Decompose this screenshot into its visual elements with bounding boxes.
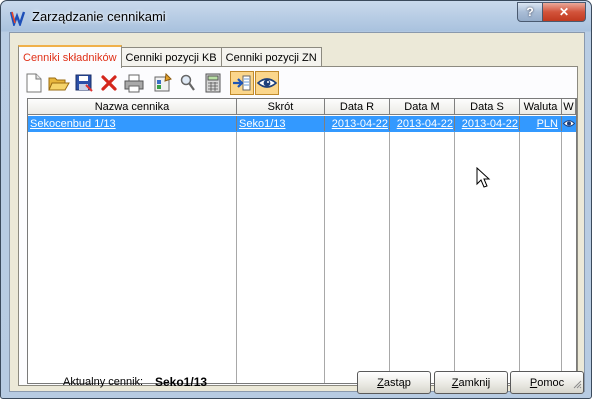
cell-waluta: PLN <box>520 116 562 131</box>
new-document-icon[interactable] <box>22 71 46 95</box>
tab-strip: Cenniki składników Cenniki pozycji KB Ce… <box>18 45 322 68</box>
close-button[interactable]: Zamknij <box>434 371 508 394</box>
column-header-data-m[interactable]: Data M <box>390 99 455 115</box>
view-icon[interactable] <box>255 71 279 95</box>
save-icon[interactable] <box>72 71 96 95</box>
column-header-skrot[interactable]: Skrót <box>237 99 325 115</box>
replace-accel: Z <box>377 376 384 389</box>
cell-data-r: 2013-04-22 <box>325 116 390 131</box>
current-pricelist-label: Aktualny cennik: <box>63 376 144 388</box>
current-pricelist-value: Seko1/13 <box>155 375 208 389</box>
column-divider <box>324 116 325 383</box>
cell-data-m: 2013-04-22 <box>390 116 455 131</box>
column-divider <box>236 116 237 383</box>
import-icon[interactable] <box>230 71 254 95</box>
help-title-button[interactable]: ? <box>517 2 543 22</box>
cell-nazwa: Sekocenbud 1/13 <box>28 116 237 131</box>
column-divider <box>561 116 562 383</box>
close-label: amknij <box>458 376 491 389</box>
column-header-data-r[interactable]: Data R <box>325 99 390 115</box>
column-header-waluta[interactable]: Waluta <box>520 99 562 115</box>
tab-cenniki-pozycji-kb[interactable]: Cenniki pozycji KB <box>120 47 222 67</box>
replace-label: astąp <box>383 376 411 389</box>
tab-cenniki-skladnikow[interactable]: Cenniki składników <box>18 45 122 68</box>
close-accel: Z <box>451 376 459 389</box>
properties-icon[interactable] <box>151 71 175 95</box>
tab-cenniki-pozycji-zn[interactable]: Cenniki pozycji ZN <box>220 47 322 67</box>
delete-icon[interactable] <box>97 71 121 95</box>
print-icon[interactable] <box>122 71 146 95</box>
search-icon[interactable] <box>176 71 200 95</box>
title-bar[interactable]: Zarządzanie cennikami ? ✕ <box>1 1 591 33</box>
column-divider <box>519 116 520 383</box>
resize-grip-icon[interactable] <box>572 379 582 389</box>
app-w-icon <box>10 11 26 26</box>
table-header: Nazwa cennika Skrót Data R Data M Data S… <box>28 99 576 116</box>
toolbar <box>22 70 280 96</box>
column-header-nazwa[interactable]: Nazwa cennika <box>28 99 237 115</box>
help-label: omoc <box>537 376 565 389</box>
open-folder-icon[interactable] <box>47 71 71 95</box>
cell-data-s: 2013-04-22 <box>455 116 520 131</box>
window-title: Zarządzanie cennikami <box>32 9 166 24</box>
mouse-cursor-icon <box>476 167 491 188</box>
replace-button[interactable]: Zastąp <box>357 371 431 394</box>
window: Zarządzanie cennikami ? ✕ Cenniki składn… <box>0 0 592 399</box>
eye-icon <box>562 116 576 131</box>
pricelist-table[interactable]: Nazwa cennika Skrót Data R Data M Data S… <box>27 98 577 384</box>
table-row[interactable]: Sekocenbud 1/13 Seko1/13 2013-04-22 2013… <box>28 116 576 132</box>
help-accel: P <box>529 376 538 389</box>
column-divider <box>454 116 455 383</box>
close-window-button[interactable]: ✕ <box>542 2 586 22</box>
column-header-w[interactable]: W <box>562 99 576 115</box>
column-header-data-s[interactable]: Data S <box>455 99 520 115</box>
column-divider <box>389 116 390 383</box>
calculator-icon[interactable] <box>201 71 225 95</box>
cell-skrot: Seko1/13 <box>237 116 325 131</box>
client-area: Cenniki składników Cenniki pozycji KB Ce… <box>9 32 585 394</box>
